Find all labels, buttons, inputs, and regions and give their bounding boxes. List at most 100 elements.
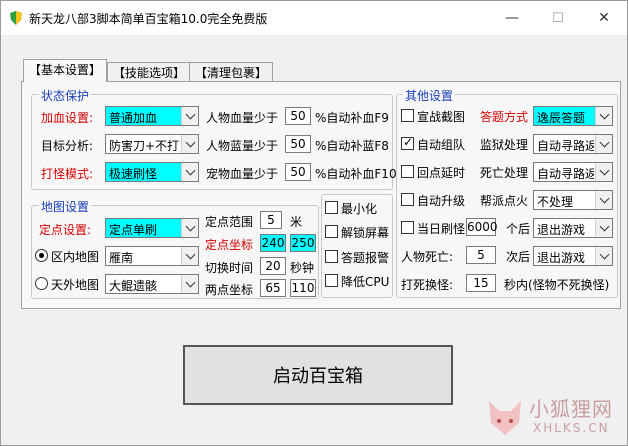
prison-handling-label: 监狱处理	[480, 138, 529, 152]
pet-hp-threshold-label: 宠物血量少于	[206, 167, 279, 181]
tab-clean-bag[interactable]: 【清理包裹】	[189, 62, 274, 81]
pet-hp-threshold-input[interactable]: 50	[285, 163, 311, 181]
outer-map-label: 天外地图	[51, 278, 100, 292]
range-input[interactable]: 5	[260, 211, 282, 229]
tab-skill-options[interactable]: 【技能选项】	[107, 62, 192, 81]
fox-logo-icon	[489, 401, 521, 435]
unlock-screen-checkbox[interactable]	[325, 225, 338, 238]
return-delay-label: 回点延时	[417, 166, 466, 180]
close-button[interactable]: ✕	[581, 1, 627, 35]
range-label: 定点范围	[205, 215, 254, 229]
other-settings-title: 其他设置	[403, 87, 456, 104]
start-button[interactable]: 启动百宝箱	[183, 345, 453, 405]
chevron-down-icon[interactable]	[595, 107, 612, 125]
watermark-url: XHLKS.CN	[533, 421, 610, 435]
character-death-input[interactable]: 5	[466, 246, 496, 264]
war-screenshot-checkbox[interactable]	[401, 109, 414, 122]
death-handling-combo[interactable]: 自动寻路返回	[533, 162, 613, 182]
watermark: 小狐狸网 XHLKS.CN	[485, 389, 625, 445]
answer-alarm-checkbox[interactable]	[325, 250, 338, 263]
reduce-cpu-label: 降低CPU	[341, 275, 390, 289]
death-handling-label: 死亡处理	[480, 166, 529, 180]
kill-switch-suffix: 秒内(怪物不死换怪)	[504, 278, 610, 292]
outer-map-radio[interactable]	[35, 277, 48, 290]
outer-map-combo[interactable]: 大鲲遗骸	[105, 274, 199, 294]
character-death-after-label: 次后	[506, 250, 531, 264]
auto-team-checkbox[interactable]	[401, 135, 414, 150]
answer-method-combo[interactable]: 逸辰答题	[533, 106, 613, 126]
inner-map-radio[interactable]	[35, 249, 48, 262]
point-coord-x-input[interactable]: 240	[260, 234, 286, 252]
mp-threshold-label: 人物蓝量少于	[206, 139, 279, 153]
war-screenshot-label: 宣战截图	[417, 110, 466, 124]
chevron-down-icon[interactable]	[181, 275, 198, 293]
hp-threshold-suffix: %自动补血F9	[315, 111, 389, 125]
range-unit: 米	[290, 215, 303, 229]
guild-fire-combo[interactable]: 不处理	[533, 190, 613, 210]
switch-time-input[interactable]: 20	[260, 257, 286, 275]
minimize-label: 最小化	[341, 202, 378, 216]
app-shield-icon	[10, 11, 22, 25]
point-setting-combo[interactable]: 定点单刷	[105, 218, 199, 238]
chevron-down-icon[interactable]	[181, 135, 198, 153]
minimize-button[interactable]: —	[489, 1, 535, 35]
watermark-text: 小狐狸网	[529, 397, 613, 421]
hp-threshold-input[interactable]: 50	[285, 107, 311, 125]
mp-threshold-input[interactable]: 50	[285, 135, 311, 153]
point-setting-label: 定点设置:	[39, 223, 92, 237]
daily-kill-label: 当日刷怪	[417, 222, 466, 236]
daily-kill-checkbox[interactable]	[401, 221, 414, 234]
chevron-down-icon[interactable]	[595, 247, 612, 265]
two-point-y-input[interactable]: 110	[290, 279, 316, 297]
inner-map-label: 区内地图	[51, 250, 100, 264]
prison-handling-combo[interactable]: 自动寻路返回	[533, 134, 613, 154]
fight-mode-label: 打怪模式:	[41, 167, 94, 181]
reduce-cpu-checkbox[interactable]	[325, 274, 338, 287]
minimize-checkbox[interactable]	[325, 201, 338, 214]
map-settings-title: 地图设置	[39, 198, 92, 215]
target-analysis-combo[interactable]: 防害刀+不打对	[105, 134, 199, 154]
kill-switch-input[interactable]: 15	[466, 274, 496, 292]
chevron-down-icon[interactable]	[181, 247, 198, 265]
two-point-coord-label: 两点坐标	[205, 283, 254, 297]
switch-time-unit: 秒钟	[290, 261, 315, 275]
return-delay-checkbox[interactable]	[401, 165, 414, 178]
maximize-button[interactable]: ☐	[535, 1, 581, 35]
character-death-action-combo[interactable]: 退出游戏	[533, 246, 613, 266]
daily-kill-action-combo[interactable]: 退出游戏	[533, 218, 613, 238]
point-coord-label: 定点坐标	[205, 238, 254, 252]
two-point-x-input[interactable]: 65	[260, 279, 286, 297]
app-window: 新天龙八部3脚本简单百宝箱10.0完全免费版 — ☐ ✕ 【基本设置】 【技能选…	[0, 0, 628, 446]
unlock-screen-label: 解锁屏幕	[341, 226, 390, 240]
target-analysis-label: 目标分析:	[41, 139, 94, 153]
guild-fire-label: 帮派点火	[480, 194, 529, 208]
chevron-down-icon[interactable]	[595, 163, 612, 181]
answer-method-label: 答题方式	[480, 110, 529, 124]
auto-levelup-label: 自动升级	[417, 194, 466, 208]
switch-time-label: 切换时间	[205, 261, 254, 275]
auto-levelup-checkbox[interactable]	[401, 193, 414, 206]
auto-team-label: 自动组队	[417, 138, 466, 152]
chevron-down-icon[interactable]	[181, 107, 198, 125]
chevron-down-icon[interactable]	[595, 135, 612, 153]
character-death-label: 人物死亡:	[401, 250, 454, 264]
pet-hp-threshold-suffix: %自动补血F10	[315, 167, 397, 181]
answer-alarm-label: 答题报警	[341, 251, 390, 265]
point-coord-y-input[interactable]: 250	[290, 234, 316, 252]
window-title: 新天龙八部3脚本简单百宝箱10.0完全免费版	[29, 12, 268, 26]
fight-mode-combo[interactable]: 极速刷怪	[105, 162, 199, 182]
daily-kill-input[interactable]: 6000	[466, 218, 498, 236]
chevron-down-icon[interactable]	[181, 219, 198, 237]
chevron-down-icon[interactable]	[595, 191, 612, 209]
chevron-down-icon[interactable]	[595, 219, 612, 237]
mp-threshold-suffix: %自动补蓝F8	[315, 139, 389, 153]
hp-threshold-label: 人物血量少于	[206, 111, 279, 125]
kill-switch-label: 打死换怪:	[401, 278, 454, 292]
heal-setting-label: 加血设置:	[41, 111, 94, 125]
title-bar[interactable]: 新天龙八部3脚本简单百宝箱10.0完全免费版 — ☐ ✕	[1, 1, 627, 35]
tab-basic-settings[interactable]: 【基本设置】	[23, 59, 108, 82]
daily-kill-after-label: 个后	[506, 222, 531, 236]
inner-map-combo[interactable]: 雁南	[105, 246, 199, 266]
chevron-down-icon[interactable]	[181, 163, 198, 181]
heal-setting-combo[interactable]: 普通加血	[105, 106, 199, 126]
